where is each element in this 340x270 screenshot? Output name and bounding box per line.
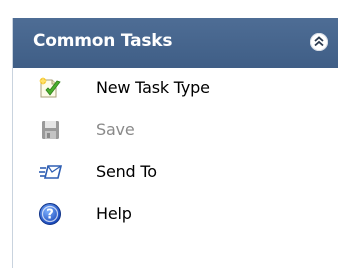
panel-title: Common Tasks [33,31,173,51]
svg-text:?: ? [46,208,54,223]
task-item-help[interactable]: ? Help [13,194,313,234]
double-chevron-up-icon[interactable] [310,33,328,51]
help-icon: ? [37,201,63,227]
common-tasks-panel: Common Tasks New Task Type Save Send To … [12,18,338,268]
task-item-send-to[interactable]: Send To [13,152,313,192]
task-item-label: Help [96,204,132,223]
panel-header[interactable]: Common Tasks [13,18,338,68]
task-item-label: Save [96,120,135,139]
new-document-check-icon [37,75,63,101]
save-floppy-icon [37,117,63,143]
task-item-new-task-type[interactable]: New Task Type [13,68,313,108]
task-item-save[interactable]: Save [13,110,313,150]
send-to-icon [37,159,63,185]
task-item-label: New Task Type [96,78,210,97]
task-item-label: Send To [96,162,157,181]
